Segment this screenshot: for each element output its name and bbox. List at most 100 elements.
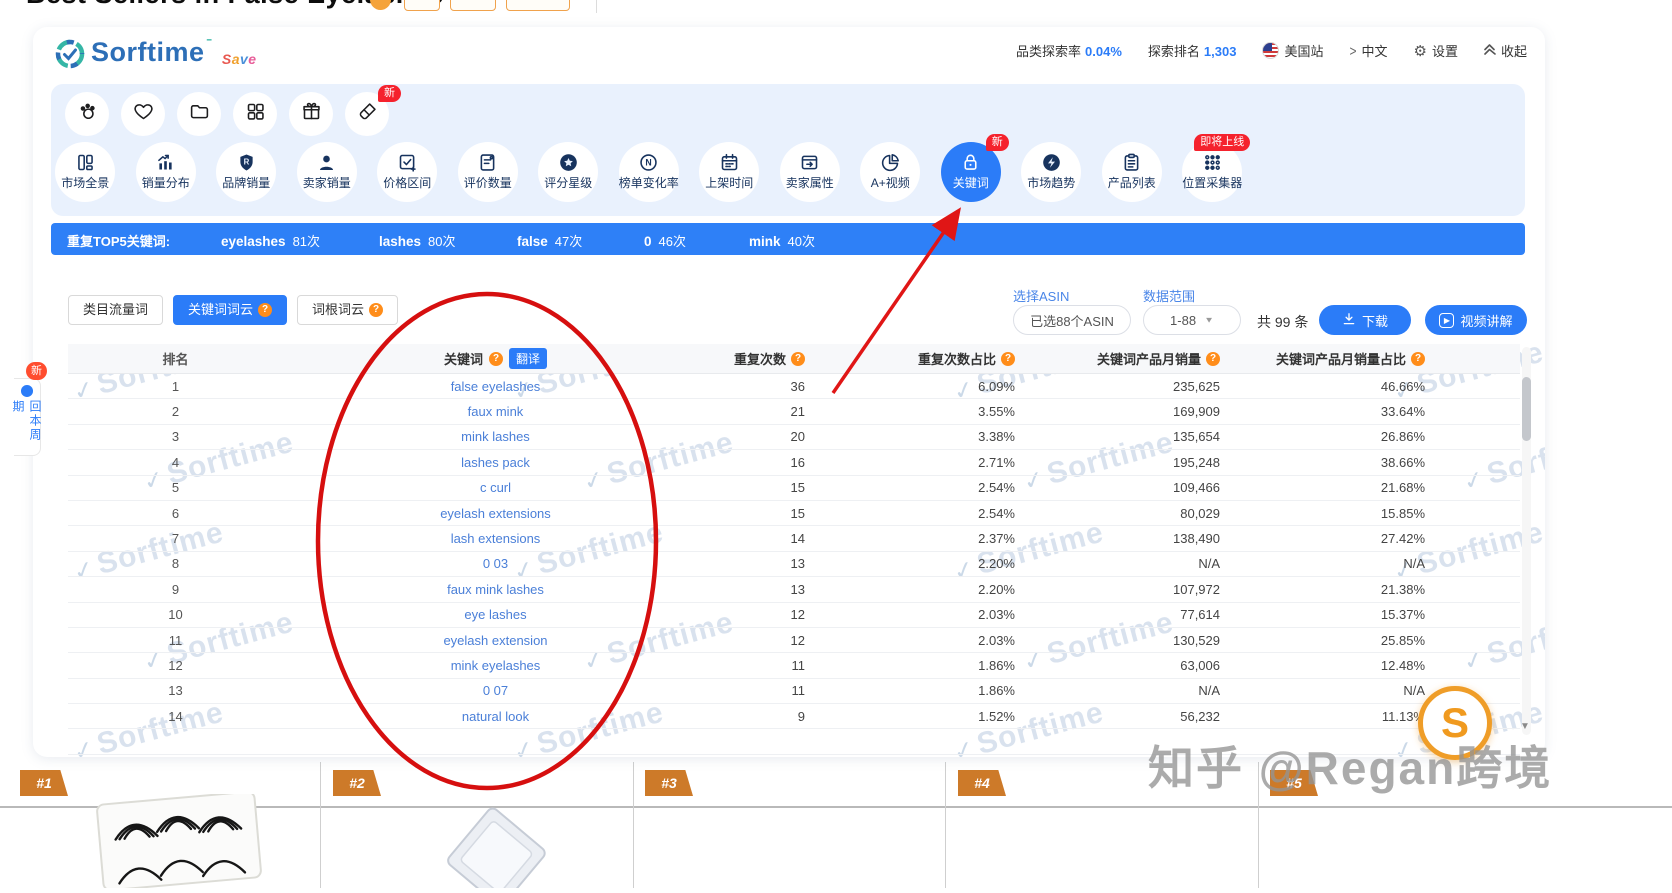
video-guide-button[interactable]: ▶ 视频讲解	[1425, 305, 1527, 335]
coming-soon-badge: 即将上线	[1194, 134, 1250, 151]
keyword-link[interactable]: eyelash extensions	[440, 506, 551, 521]
nav-item-label: 价格区间	[383, 174, 431, 191]
top5-item: lashes80次	[379, 231, 456, 250]
divider	[945, 762, 946, 888]
divider	[320, 762, 321, 888]
nav-item-seller[interactable]: 卖家属性	[770, 142, 851, 202]
brand-superscript: ˉ	[207, 37, 212, 55]
keyword-link[interactable]: mink eyelashes	[451, 658, 541, 673]
tab-0[interactable]: 类目流量词	[68, 295, 163, 325]
side-floating-tab[interactable]: 回本周期	[14, 378, 41, 456]
keyword-link[interactable]: faux mink lashes	[447, 582, 544, 597]
keyword-link[interactable]: faux mink	[468, 404, 524, 419]
product-rank-badge: #3	[645, 770, 693, 796]
cell-rank: 11	[68, 633, 283, 648]
cell-keyword: lashes pack	[283, 455, 708, 470]
cell-keyword: 0 07	[283, 683, 708, 698]
cell-count-pct: 3.38%	[805, 429, 1015, 444]
side-tab-new-badge: 新	[26, 362, 47, 380]
table-body: 1false eyelashes366.09%235,62546.66%2fau…	[68, 374, 1520, 729]
collapse-button[interactable]: 收起	[1484, 41, 1527, 60]
keyword-link[interactable]: eyelash extension	[443, 633, 547, 648]
help-icon[interactable]: ?	[791, 352, 805, 366]
nav-circle: 卖家属性	[780, 142, 840, 202]
keyword-link[interactable]: c curl	[480, 480, 511, 495]
keyword-link[interactable]: 0 03	[483, 556, 508, 571]
title-action-button-2[interactable]	[450, 0, 496, 11]
site-selector[interactable]: 美国站	[1262, 41, 1323, 60]
nav-item-rank-change[interactable]: N榜单变化率	[609, 142, 690, 202]
cell-sales: 109,466	[1015, 480, 1220, 495]
keyword-link[interactable]: lash extensions	[451, 531, 541, 546]
quick-heart-button[interactable]	[121, 92, 165, 136]
title-action-button-1[interactable]	[404, 0, 440, 11]
download-button[interactable]: 下载	[1319, 305, 1411, 335]
brush-icon	[357, 101, 378, 127]
paw-icon	[77, 101, 98, 127]
cell-sales: 138,490	[1015, 531, 1220, 546]
nav-item-dots[interactable]: 位置采集器即将上线	[1172, 142, 1253, 202]
cell-count: 13	[708, 556, 805, 571]
asin-select-input[interactable]: 已选88个ASIN	[1013, 305, 1131, 335]
keyword-link[interactable]: false eyelashes	[451, 379, 541, 394]
lock-icon	[960, 151, 981, 173]
table-row: 130 07111.86%N/AN/A	[68, 679, 1520, 704]
nav-item-label: 产品列表	[1108, 174, 1156, 191]
quick-gift-button[interactable]	[289, 92, 333, 136]
nav-item-bar-chart[interactable]: 销量分布	[126, 142, 207, 202]
cell-sales-pct: 12.48%	[1220, 658, 1425, 673]
keyword-link[interactable]: 0 07	[483, 683, 508, 698]
cell-rank: 12	[68, 658, 283, 673]
title-action-button-3[interactable]	[506, 0, 570, 11]
cell-keyword: faux mink	[283, 404, 708, 419]
quick-icon-row: 新	[65, 92, 389, 136]
cell-count: 11	[708, 658, 805, 673]
help-icon[interactable]: ?	[1001, 352, 1015, 366]
translate-button[interactable]: 翻译	[509, 348, 547, 369]
nav-item-user[interactable]: 卖家销量	[287, 142, 368, 202]
quick-paw-button[interactable]	[65, 92, 109, 136]
help-icon[interactable]: ?	[1411, 352, 1425, 366]
quick-brush-button[interactable]: 新	[345, 92, 389, 136]
nav-item-layout[interactable]: 市场全景	[45, 142, 126, 202]
nav-item-calendar[interactable]: 上架时间	[689, 142, 770, 202]
nav-item-label: 评价数量	[464, 174, 512, 191]
cell-keyword: faux mink lashes	[283, 582, 708, 597]
tab-1[interactable]: 关键词词云?	[173, 295, 287, 325]
gift-icon	[301, 101, 322, 127]
nav-item-shield[interactable]: R品牌销量	[206, 142, 287, 202]
help-icon[interactable]: ?	[258, 303, 272, 317]
nav-item-clipboard[interactable]: 产品列表	[1092, 142, 1173, 202]
help-icon[interactable]: ?	[369, 303, 383, 317]
keyword-link[interactable]: mink lashes	[461, 429, 530, 444]
quick-grid-button[interactable]	[233, 92, 277, 136]
settings-button[interactable]: ⚙ 设置	[1414, 41, 1458, 60]
help-icon[interactable]: ?	[489, 352, 503, 366]
keyword-link[interactable]: lashes pack	[461, 455, 530, 470]
nav-item-checkbox[interactable]: 价格区间	[367, 142, 448, 202]
table-row: 14natural look91.52%56,23211.13%	[68, 704, 1520, 729]
product-rank-badge: #2	[333, 770, 381, 796]
cell-keyword: lash extensions	[283, 531, 708, 546]
nav-item-lock[interactable]: 关键词新	[931, 142, 1012, 202]
keyword-link[interactable]: natural look	[462, 709, 529, 724]
svg-text:R: R	[243, 157, 249, 166]
nav-item-document[interactable]: 评价数量	[448, 142, 529, 202]
cell-sales-pct: 46.66%	[1220, 379, 1425, 394]
data-range-dropdown[interactable]: 1-88▼	[1143, 305, 1241, 335]
scrollbar-thumb[interactable]	[1522, 377, 1531, 441]
nav-circle: 关键词新	[941, 142, 1001, 202]
tab-2[interactable]: 词根词云?	[297, 295, 398, 325]
nav-item-trend[interactable]: 市场趋势	[1011, 142, 1092, 202]
cell-count-pct: 1.86%	[805, 658, 1015, 673]
keyword-link[interactable]: eye lashes	[464, 607, 526, 622]
scroll-down-arrow[interactable]: ▼	[1520, 721, 1530, 732]
language-switch[interactable]: > 中文	[1349, 41, 1387, 60]
help-icon[interactable]: ?	[1206, 352, 1220, 366]
nav-item-pie[interactable]: A+视频	[850, 142, 931, 202]
nav-item-star[interactable]: 评分星级	[528, 142, 609, 202]
folder-icon	[189, 101, 210, 127]
rank-change-icon: N	[638, 151, 659, 173]
nav-circle: 评分星级	[538, 142, 598, 202]
quick-folder-button[interactable]	[177, 92, 221, 136]
